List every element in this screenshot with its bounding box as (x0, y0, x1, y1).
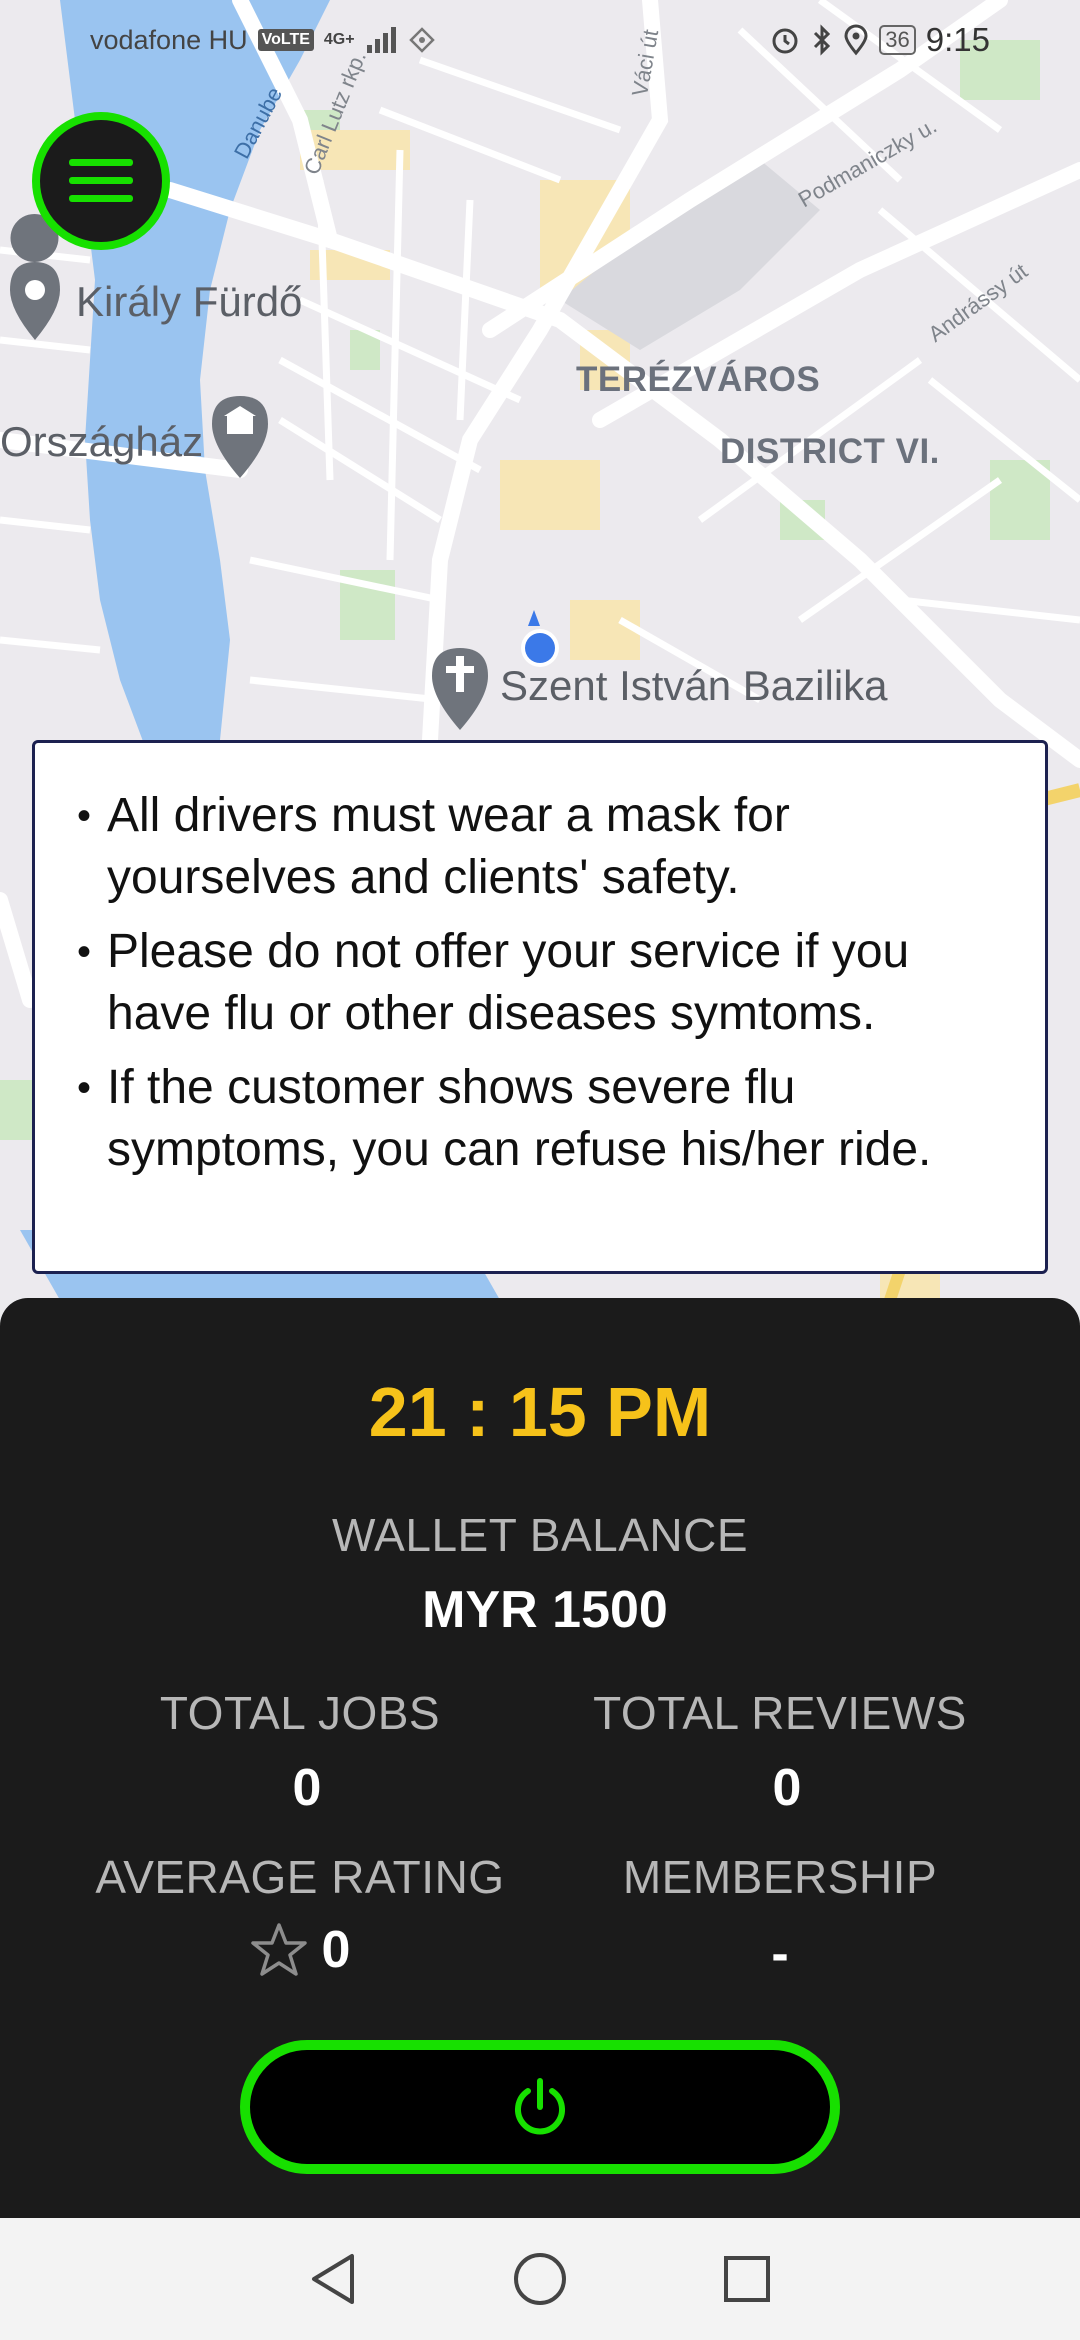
star-outline-icon (250, 1923, 307, 1976)
nav-back-button[interactable] (303, 2249, 363, 2309)
map-label-kiraly-furdo[interactable]: Király Fürdő (76, 278, 302, 326)
alarm-icon (772, 28, 798, 54)
wallet-balance-value: MYR 1500 (422, 1581, 668, 1639)
go-online-power-button[interactable] (240, 2040, 840, 2174)
total-jobs-label: TOTAL JOBS (159, 1687, 441, 1739)
bullet-marker: • (77, 1066, 92, 1110)
notice-item: • Please do not offer your service if yo… (77, 921, 1015, 1045)
square-recents-icon (723, 2256, 770, 2302)
volte-badge: VoLTE (257, 29, 314, 51)
status-bar: vodafone HU VoLTE 4G+ 36 9:15 (0, 0, 1080, 80)
carrier-label: vodafone HU (90, 24, 248, 55)
location-icon (844, 24, 868, 56)
circle-home-icon (513, 2253, 566, 2305)
driver-home-screen: Király Fürdő Országház Szent István Bazi… (0, 0, 1080, 2340)
safety-notice-card: • All drivers must wear a mask for yours… (32, 740, 1048, 1274)
triangle-back-icon (312, 2254, 355, 2304)
notice-item: • All drivers must wear a mask for yours… (77, 785, 1015, 909)
bullet-marker: • (77, 794, 92, 838)
menu-button[interactable] (32, 112, 170, 250)
signal-icon (366, 27, 396, 53)
total-reviews-value: 0 (772, 1759, 802, 1817)
total-reviews-label: TOTAL REVIEWS (593, 1687, 967, 1739)
driver-info-panel: 21 : 15 PM WALLET BALANCE MYR 1500 TOTAL… (0, 1298, 1080, 2218)
hamburger-menu-icon (69, 159, 133, 202)
hotspot-icon (408, 27, 435, 53)
average-rating-row: 0 (100, 1920, 500, 1980)
map-label-orszaghaz[interactable]: Országház (0, 418, 203, 466)
place-pin-kiraly[interactable] (10, 214, 60, 340)
nav-recents-button[interactable] (717, 2249, 777, 2309)
bullet-marker: • (77, 930, 92, 974)
map-label-district-vi: DISTRICT VI. (720, 432, 940, 471)
network-type: 4G+ (323, 31, 355, 48)
membership-label: MEMBERSHIP (622, 1851, 938, 1903)
wallet-balance-label: WALLET BALANCE (331, 1509, 749, 1561)
notice-text: Please do not offer your service if you … (107, 925, 910, 1040)
current-location-marker (521, 610, 559, 667)
notice-item: • If the customer shows severe flu sympt… (77, 1057, 1015, 1181)
status-clock: 9:15 (925, 21, 990, 58)
nav-home-button[interactable] (510, 2249, 570, 2309)
notice-text: All drivers must wear a mask for yoursel… (107, 789, 790, 904)
power-icon (515, 2078, 565, 2135)
map-label-szent-istvan[interactable]: Szent István Bazilika (500, 662, 888, 710)
bluetooth-icon (814, 24, 831, 56)
map-label-terezvaros: TERÉZVÁROS (576, 360, 821, 399)
average-rating-label: AVERAGE RATING (95, 1851, 505, 1903)
place-pin-bazilika[interactable] (432, 648, 488, 730)
membership-value: - (771, 1925, 789, 1983)
average-rating-value: 0 (321, 1921, 351, 1979)
safety-notice-list: • All drivers must wear a mask for yours… (77, 785, 1015, 1181)
system-navigation-bar (0, 2218, 1080, 2340)
total-jobs-value: 0 (292, 1759, 322, 1817)
battery-indicator: 36 (879, 25, 916, 55)
notice-text: If the customer shows severe flu symptom… (107, 1061, 932, 1176)
current-time: 21 : 15 PM (368, 1373, 712, 1451)
